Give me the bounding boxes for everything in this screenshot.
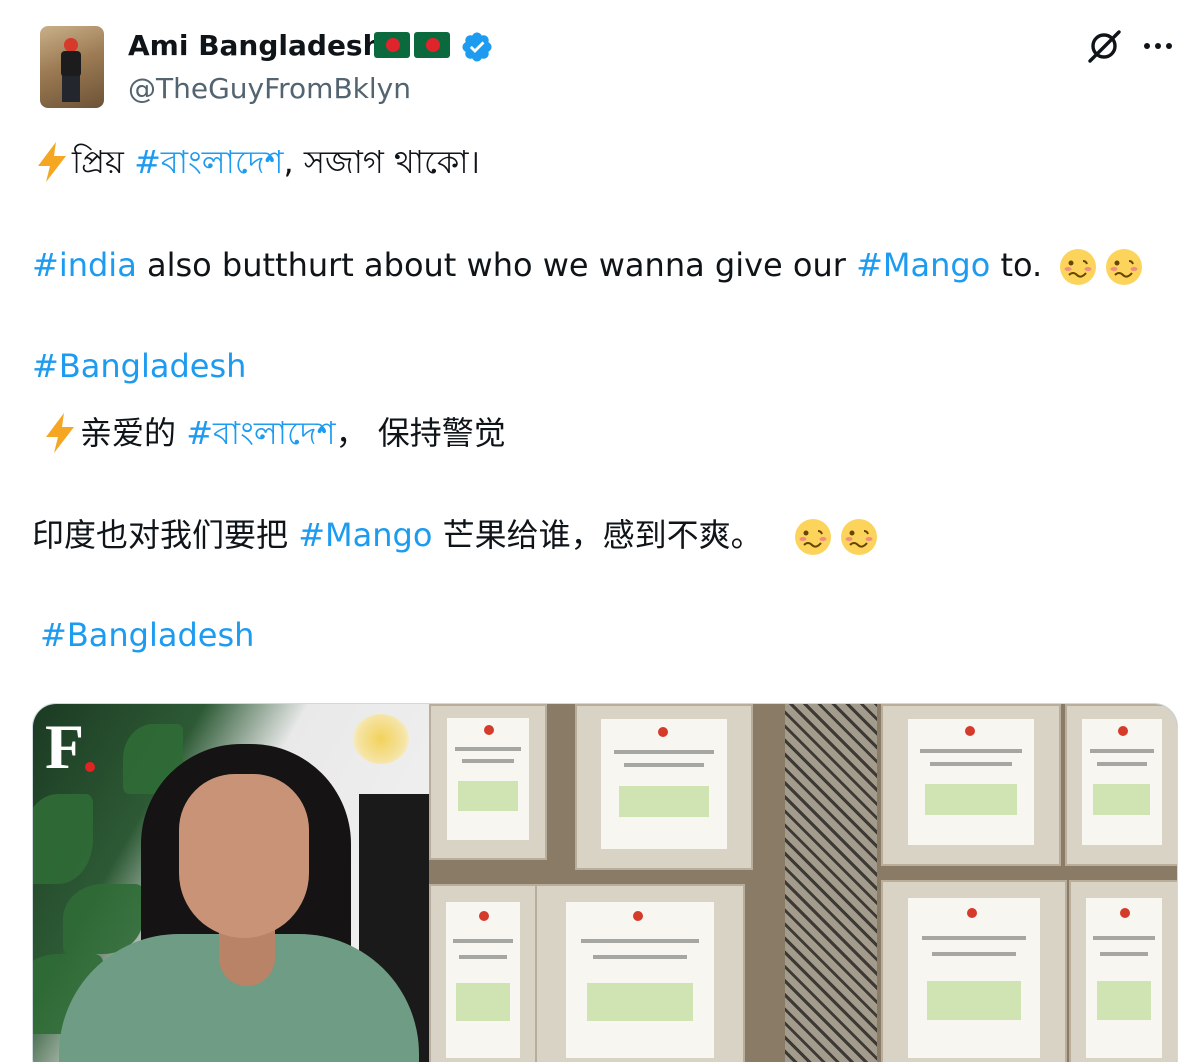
- lightning-icon: [46, 413, 74, 453]
- mango-box: [1069, 880, 1177, 1062]
- hashtag-link[interactable]: #Mango: [856, 246, 990, 284]
- grok-icon[interactable]: [1086, 28, 1122, 64]
- tweet-text: also butthurt about who we wanna give ou…: [136, 246, 857, 284]
- news-anchor-panel: F: [33, 704, 429, 1062]
- tweet-line-3: #Bangladesh: [32, 344, 246, 388]
- box-label: [446, 718, 530, 840]
- box-label: [1085, 898, 1163, 1058]
- tweet-text: প্রিয়: [72, 143, 135, 181]
- tweet-media-image[interactable]: F: [32, 703, 1178, 1062]
- avatar-figure-legs: [62, 76, 80, 102]
- woozy-face-icon: [840, 519, 877, 555]
- hashtag-link[interactable]: #বাংলাদেশ: [134, 143, 283, 181]
- avatar[interactable]: [40, 26, 104, 108]
- more-dot: [1166, 43, 1172, 49]
- hashtag-link[interactable]: #Bangladesh: [32, 347, 246, 385]
- lightning-icon: [38, 142, 66, 182]
- woozy-face-icon: [1060, 249, 1097, 285]
- tweet-text: ， 保持警觉: [335, 414, 506, 452]
- mango-box: [535, 884, 745, 1062]
- avatar-figure-body: [61, 51, 81, 77]
- hashtag-link[interactable]: #বাংলাদেশ: [186, 414, 335, 452]
- tweet-text: , সজাগ থাকো।: [283, 143, 480, 181]
- tweet-text: 亲爱的: [80, 414, 187, 452]
- hashtag-link[interactable]: #Mango: [298, 516, 432, 554]
- bangladesh-flag-icon: [374, 32, 410, 58]
- tweet-text: 印度也对我们要把: [32, 516, 299, 554]
- bangladesh-flag-icon: [414, 32, 450, 58]
- mango-box: [429, 704, 547, 860]
- emblem-icon: [353, 714, 409, 764]
- mango-box: [575, 704, 753, 870]
- firstpost-logo: F: [45, 711, 85, 782]
- flag-emojis: [374, 32, 450, 58]
- author-handle[interactable]: @TheGuyFromBklyn: [128, 70, 411, 108]
- woozy-face-icon: [1106, 249, 1143, 285]
- tweet-line-5: 印度也对我们要把 #Mango 芒果给谁，感到不爽。: [32, 513, 879, 557]
- mango-box: [881, 704, 1061, 866]
- tweet-line-4: 亲爱的 #বাংলাদেশ， 保持警觉: [40, 411, 506, 455]
- more-dot: [1155, 43, 1161, 49]
- avatar-figure-head: [64, 38, 78, 52]
- author-name[interactable]: Ami Bangladesh: [128, 26, 383, 66]
- mango-box: [429, 884, 537, 1062]
- anchor-face: [179, 774, 309, 938]
- hashtag-link[interactable]: #Bangladesh: [40, 616, 254, 654]
- more-options-icon[interactable]: [1138, 28, 1178, 64]
- box-label: [445, 901, 521, 1059]
- metal-grate: [785, 704, 877, 1062]
- more-dot: [1144, 43, 1150, 49]
- leaf: [33, 794, 93, 884]
- box-label: [565, 901, 715, 1059]
- mango-box: [1065, 704, 1177, 866]
- woozy-face-icon: [794, 519, 831, 555]
- hashtag-link[interactable]: #india: [32, 246, 137, 284]
- mango-box: [881, 880, 1067, 1062]
- verified-badge-icon: [462, 32, 492, 62]
- tweet-line-1: প্রিয় #বাংলাদেশ, সজাগ থাকো।: [32, 140, 480, 184]
- tweet-line-2: #india also butthurt about who we wanna …: [32, 243, 1144, 287]
- box-label: [601, 718, 727, 849]
- tweet-text: to.: [990, 246, 1043, 284]
- box-label: [908, 898, 1040, 1058]
- mango-boxes-panel: [429, 704, 1177, 1062]
- box-label: [907, 718, 1035, 846]
- tweet-line-6: #Bangladesh: [40, 613, 254, 657]
- box-label: [1082, 718, 1162, 846]
- tweet-text: 芒果给谁，感到不爽。: [432, 516, 763, 554]
- logo-dot: [85, 762, 95, 772]
